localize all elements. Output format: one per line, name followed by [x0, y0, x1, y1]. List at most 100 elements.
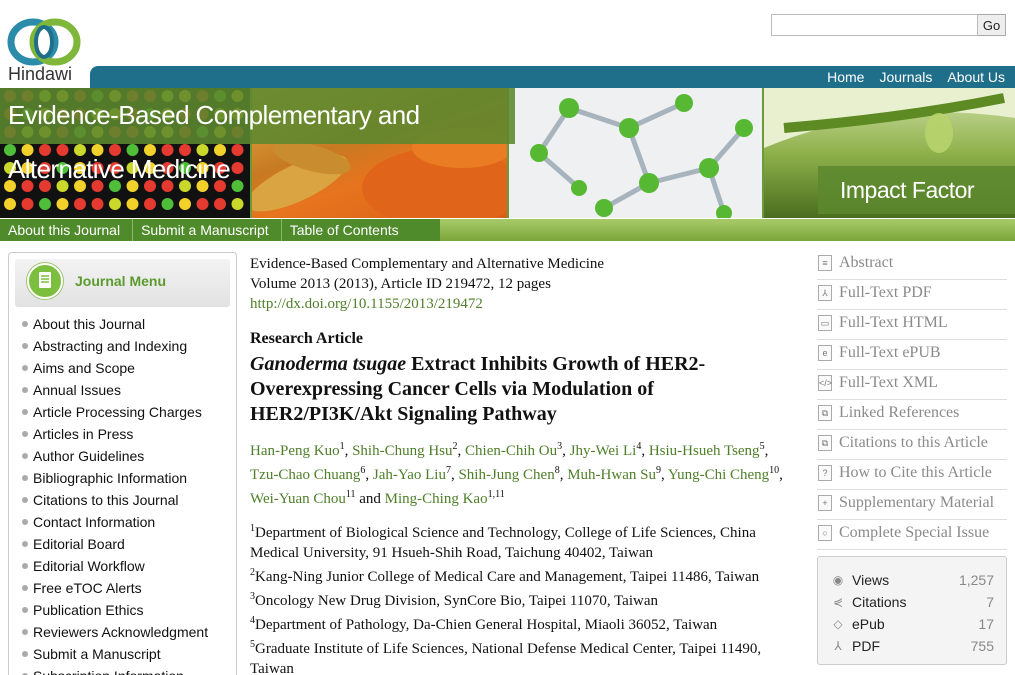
metric-epub: ◇ ePub 17 — [830, 613, 994, 635]
journal-menu-item[interactable]: Bibliographic Information — [21, 467, 236, 489]
metric-label: ePub — [852, 616, 885, 632]
author-name[interactable]: Hsiu-Hsueh Tseng — [649, 443, 760, 459]
right-link-label: Full-Text PDF — [839, 284, 932, 301]
right-link-full-text-pdf[interactable]: ⅄ Full-Text PDF — [817, 280, 1007, 310]
journal-menu-list: About this Journal Abstracting and Indexi… — [9, 313, 236, 675]
author-name[interactable]: Wei-Yuan Chou — [250, 491, 346, 507]
author-affiliation-number: 3 — [557, 441, 563, 452]
journal-menu-item[interactable]: Submit a Manuscript — [21, 643, 236, 665]
article-volume: Volume 2013 (2013), Article ID 219472, 1… — [250, 276, 551, 292]
html-icon: ▭ — [818, 315, 832, 331]
affiliation-text: Oncology New Drug Division, SynCore Bio,… — [255, 593, 659, 609]
author-affiliation-number: 1 — [339, 441, 345, 452]
molecule-structure — [530, 94, 753, 218]
citations-icon: ⧉ — [818, 435, 832, 451]
author-name[interactable]: Yung-Chi Cheng — [668, 467, 769, 483]
right-link-supplementary-material[interactable]: + Supplementary Material — [817, 490, 1007, 520]
metric-value: 755 — [970, 638, 994, 654]
journal-menu: Journal Menu About this Journal Abstracti… — [8, 252, 237, 675]
logo-text[interactable]: Hindawi — [8, 64, 72, 85]
journal-menu-item[interactable]: Abstracting and Indexing — [21, 335, 236, 357]
journal-menu-item[interactable]: Contact Information — [21, 511, 236, 533]
nav-about-us[interactable]: About Us — [947, 67, 1005, 87]
journal-menu-item[interactable]: Citations to this Journal — [21, 489, 236, 511]
right-link-label: Citations to this Article — [839, 434, 988, 451]
journal-title: Evidence-Based Complementary and Alterna… — [0, 88, 515, 184]
eye-icon: ◉ — [832, 573, 844, 587]
right-link-label: Abstract — [839, 254, 894, 271]
author-name[interactable]: Shih-Chung Hsu — [352, 443, 452, 459]
author-affiliation-number: 4 — [636, 441, 642, 452]
subnav-submit-manuscript[interactable]: Submit a Manuscript — [133, 219, 282, 241]
metric-value: 7 — [986, 594, 994, 610]
right-link-how-to-cite-this-article[interactable]: ? How to Cite this Article — [817, 460, 1007, 490]
journal-menu-header: Journal Menu — [15, 259, 230, 307]
metric-pdf: ⅄ PDF 755 — [830, 635, 994, 657]
author-affiliation-number: 7 — [445, 465, 451, 476]
journal-menu-item[interactable]: Publication Ethics — [21, 599, 236, 621]
epub-icon: e — [818, 345, 832, 361]
right-link-full-text-html[interactable]: ▭ Full-Text HTML — [817, 310, 1007, 340]
journal-menu-item[interactable]: Subscription Information — [21, 665, 236, 675]
journal-menu-item[interactable]: Editorial Workflow — [21, 555, 236, 577]
top-navigation: Home Journals About Us — [90, 66, 1015, 88]
affiliation: 3Oncology New Drug Division, SynCore Bio… — [250, 587, 795, 611]
author-affiliation-number: 5 — [759, 441, 765, 452]
metric-value: 17 — [978, 616, 994, 632]
metric-name: ⋞ Citations — [830, 591, 907, 613]
pdf-icon: ⅄ — [834, 639, 842, 653]
author-affiliation-number: 6 — [360, 465, 366, 476]
author-name[interactable]: Muh-Hwan Su — [567, 467, 656, 483]
journal-menu-item[interactable]: Annual Issues — [21, 379, 236, 401]
journal-menu-item[interactable]: Editorial Board — [21, 533, 236, 555]
affiliation-text: Department of Pathology, Da-Chien Genera… — [255, 617, 718, 633]
author-name[interactable]: Shih-Jung Chen — [458, 467, 554, 483]
journal-menu-item[interactable]: Free eTOC Alerts — [21, 577, 236, 599]
author-affiliation-number: 10 — [769, 465, 780, 476]
metric-value: 1,257 — [958, 572, 994, 588]
subnav-table-of-contents[interactable]: Table of Contents — [282, 219, 411, 241]
article-content: Evidence-Based Complementary and Alterna… — [250, 254, 810, 675]
nav-journals[interactable]: Journals — [879, 67, 932, 87]
right-link-full-text-xml[interactable]: </> Full-Text XML — [817, 370, 1007, 400]
journal-menu-item[interactable]: Article Processing Charges — [21, 401, 236, 423]
right-link-complete-special-issue[interactable]: ○ Complete Special Issue — [817, 520, 1007, 550]
right-link-full-text-epub[interactable]: e Full-Text ePUB — [817, 340, 1007, 370]
search-go-button[interactable]: Go — [978, 14, 1006, 36]
author-name[interactable]: Ming-Ching Kao — [385, 491, 488, 507]
subnav-about-journal[interactable]: About this Journal — [0, 219, 134, 241]
author-name[interactable]: Jhy-Wei Li — [570, 443, 637, 459]
metric-name: ◉ Views — [830, 569, 889, 591]
article-title-species: Ganoderma tsugae — [250, 353, 407, 375]
affiliation: 2Kang-Ning Junior College of Medical Car… — [250, 563, 795, 587]
author-name[interactable]: Han-Peng Kuo — [250, 443, 340, 459]
right-link-citations-to-this-article[interactable]: ⧉ Citations to this Article — [817, 430, 1007, 460]
right-link-linked-references[interactable]: ⧉ Linked References — [817, 400, 1007, 430]
affiliation-text: Kang-Ning Junior College of Medical Care… — [255, 569, 760, 585]
journal-menu-item[interactable]: Reviewers Acknowledgment — [21, 621, 236, 643]
affiliation-text: Department of Biological Science and Tec… — [250, 525, 756, 561]
author-name[interactable]: Tzu-Chao Chuang — [250, 467, 360, 483]
journal-menu-item[interactable]: Aims and Scope — [21, 357, 236, 379]
journal-menu-item[interactable]: About this Journal — [21, 313, 236, 335]
article-type: Research Article — [250, 330, 363, 347]
article-title: Ganoderma tsugae Extract Inhibits Growth… — [250, 352, 750, 427]
journal-menu-item[interactable]: Author Guidelines — [21, 445, 236, 467]
right-link-abstract[interactable]: ≡ Abstract — [817, 250, 1007, 280]
journal-menu-title: Journal Menu — [75, 273, 167, 289]
metric-name: ⅄ PDF — [830, 635, 880, 657]
author-name[interactable]: Chien-Chih Ou — [465, 443, 557, 459]
references-icon: ⧉ — [818, 405, 832, 421]
author-name[interactable]: Jah-Yao Liu — [373, 467, 446, 483]
right-link-label: Supplementary Material — [839, 494, 995, 511]
journal-menu-item[interactable]: Articles in Press — [21, 423, 236, 445]
plus-icon: + — [818, 495, 832, 511]
nav-home[interactable]: Home — [827, 67, 864, 87]
question-icon: ? — [818, 465, 832, 481]
author-affiliation-number: 8 — [554, 465, 560, 476]
pdf-icon: ⅄ — [818, 285, 832, 301]
article-doi-link[interactable]: http://dx.doi.org/10.1155/2013/219472 — [250, 294, 810, 314]
circle-icon: ○ — [818, 525, 832, 541]
search-input[interactable] — [771, 14, 978, 36]
banner-image-molecule — [509, 88, 762, 218]
